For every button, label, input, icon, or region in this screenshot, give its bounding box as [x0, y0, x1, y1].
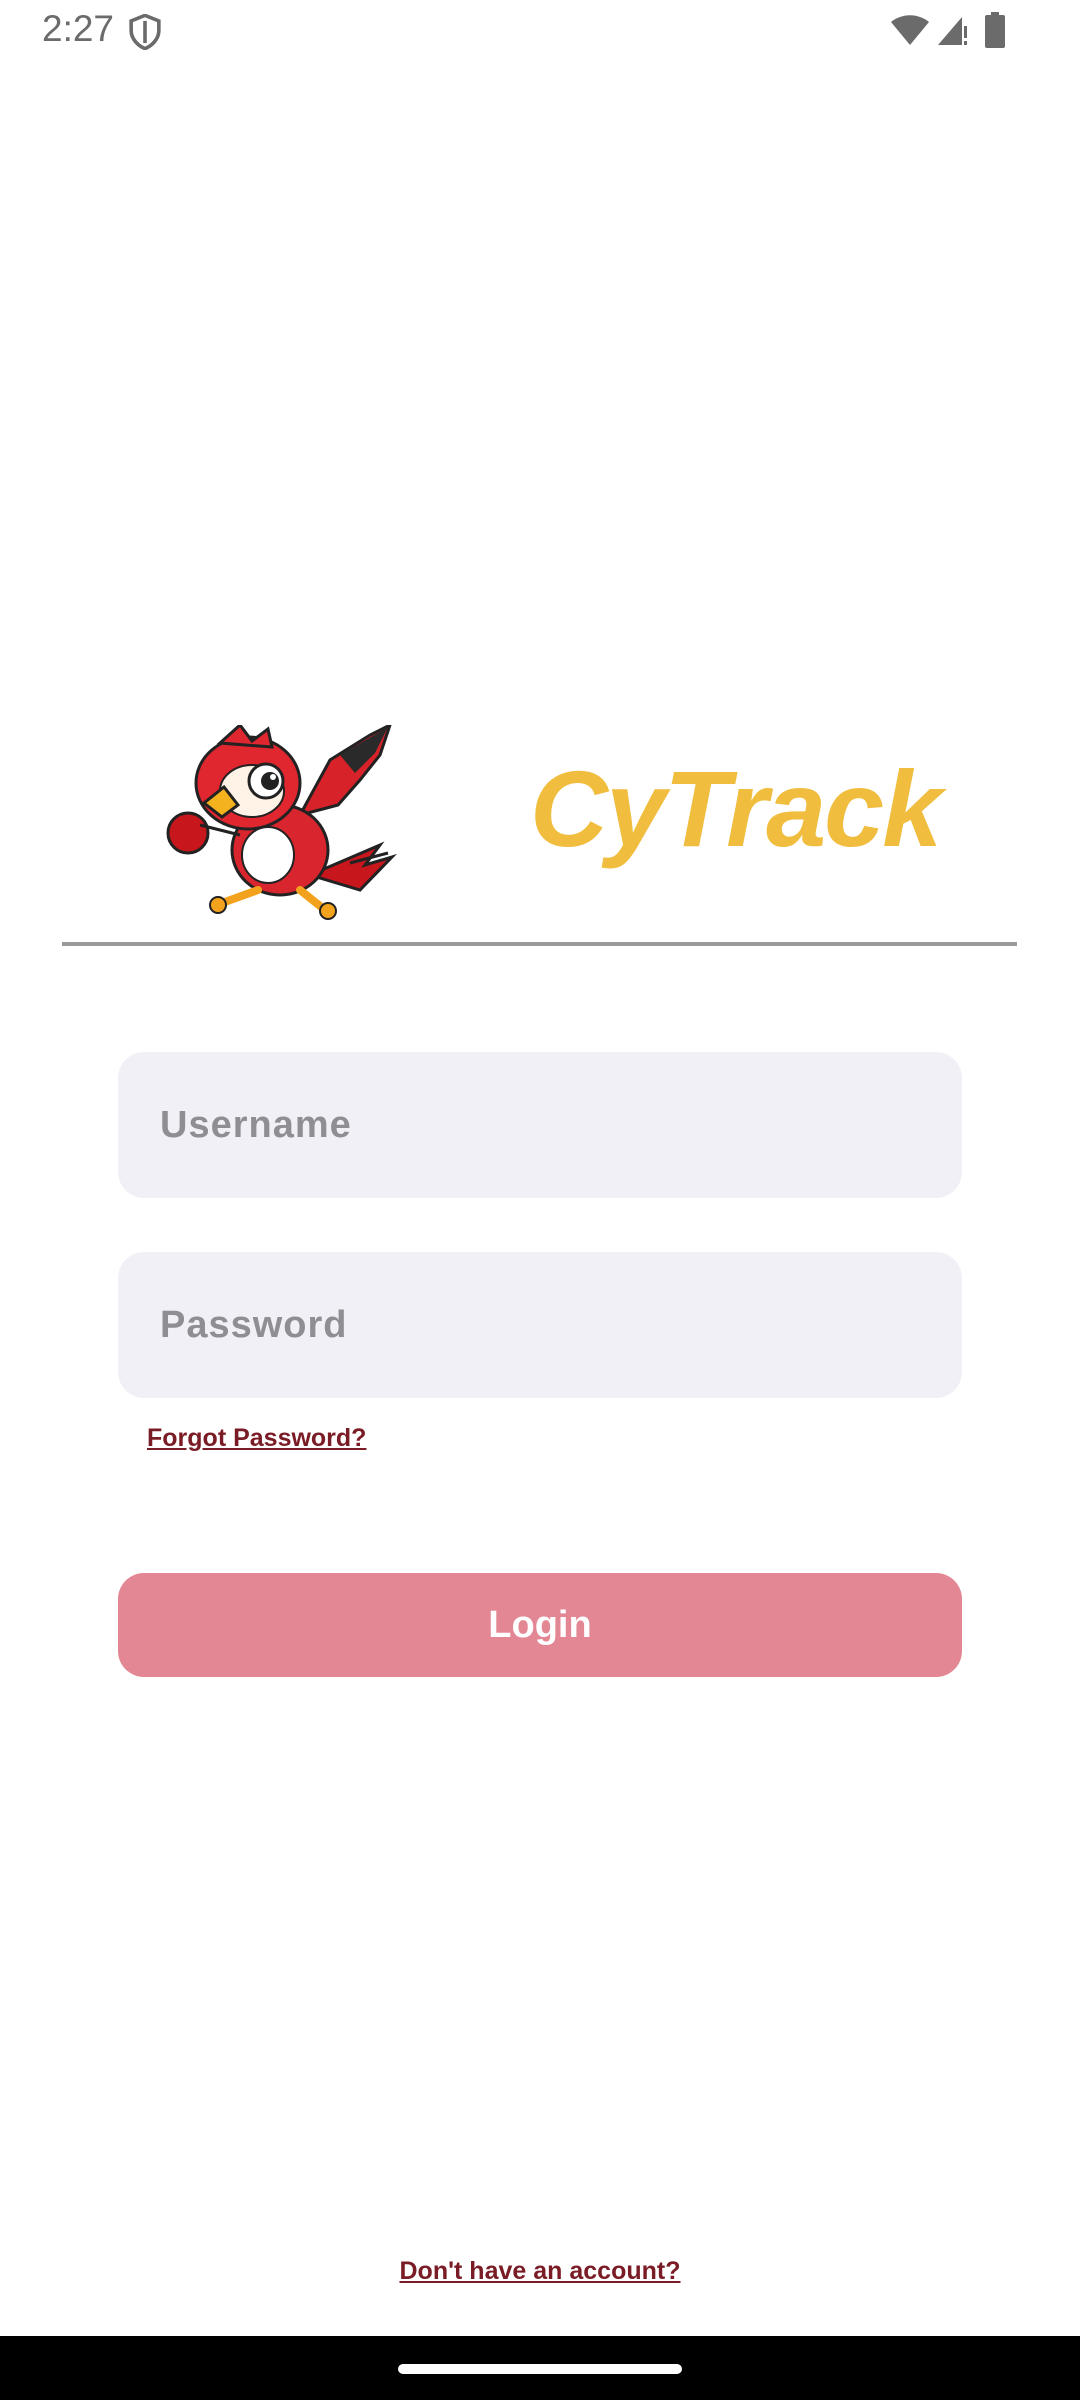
- forgot-password-link[interactable]: Forgot Password?: [147, 1424, 366, 1453]
- app-title: CyTrack: [530, 748, 942, 869]
- battery-icon: [985, 12, 1005, 48]
- username-input[interactable]: [118, 1052, 962, 1198]
- home-indicator[interactable]: [398, 2364, 682, 2374]
- wifi-icon: [891, 15, 929, 45]
- cardinal-mascot-logo: [166, 725, 398, 920]
- login-button[interactable]: Login: [118, 1573, 962, 1677]
- signup-link[interactable]: Don't have an account?: [0, 2257, 1080, 2286]
- status-bar: 2:27: [0, 0, 1080, 64]
- navigation-bar: [0, 2336, 1080, 2400]
- header-divider: [62, 942, 1017, 946]
- cell-signal-icon: [938, 17, 967, 45]
- login-screen: 2:27 CyTrack Username Forgot Password? L…: [0, 0, 1080, 2400]
- password-input[interactable]: [118, 1252, 962, 1398]
- shield-icon: [129, 14, 161, 50]
- status-time: 2:27: [42, 8, 115, 49]
